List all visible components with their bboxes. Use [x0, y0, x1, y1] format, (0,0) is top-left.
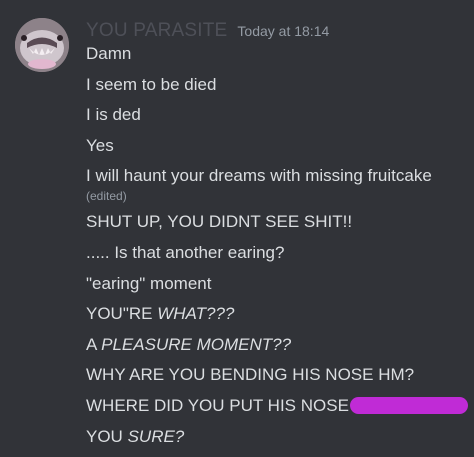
user-avatar[interactable] — [15, 18, 69, 72]
message-group: YOU PARASITE Today at 18:14 Damn I seem … — [0, 0, 474, 454]
message-line: YOU"RE WHAT??? — [86, 304, 466, 324]
message-text: YOU — [86, 426, 123, 446]
message-line: Damn — [86, 44, 132, 63]
message-header: YOU PARASITE Today at 18:14 — [86, 20, 329, 46]
message-line: WHERE DID YOU PUT HIS NOSE — [86, 395, 468, 416]
message-line: WHY ARE YOU BENDING HIS NOSE HM? — [86, 365, 415, 385]
italic-text: PLEASURE MOMENT?? — [101, 334, 292, 354]
edited-label: (edited) — [86, 189, 127, 204]
message-line: A PLEASURE MOMENT?? — [86, 335, 466, 355]
italic-text: SURE? — [127, 426, 185, 446]
message-line: ..... Is that another earing? — [86, 242, 285, 262]
message-line: "earing" moment — [86, 273, 212, 293]
message-line: YOU SURE? — [86, 427, 466, 447]
message-content: Damn I seem to be died I is ded Yes I wi… — [86, 44, 468, 457]
message-line: SHUT UP, YOU DIDNT SEE SHIT!! — [86, 212, 353, 232]
message-text: A — [86, 334, 97, 354]
message-text: YOU"RE — [86, 304, 153, 324]
shark-avatar-icon — [15, 18, 69, 72]
message-line: I will haunt your dreams with missing fr… — [86, 166, 432, 186]
timestamp: Today at 18:14 — [237, 23, 330, 39]
message-text: WHERE DID YOU PUT HIS NOSE — [86, 395, 349, 415]
italic-text: WHAT??? — [157, 304, 235, 324]
message-line: Yes — [86, 135, 114, 155]
message-line: I seem to be died — [86, 74, 217, 94]
message-line: I is ded — [86, 105, 141, 125]
username[interactable]: YOU PARASITE — [86, 20, 227, 42]
redaction-scribble — [349, 396, 468, 414]
